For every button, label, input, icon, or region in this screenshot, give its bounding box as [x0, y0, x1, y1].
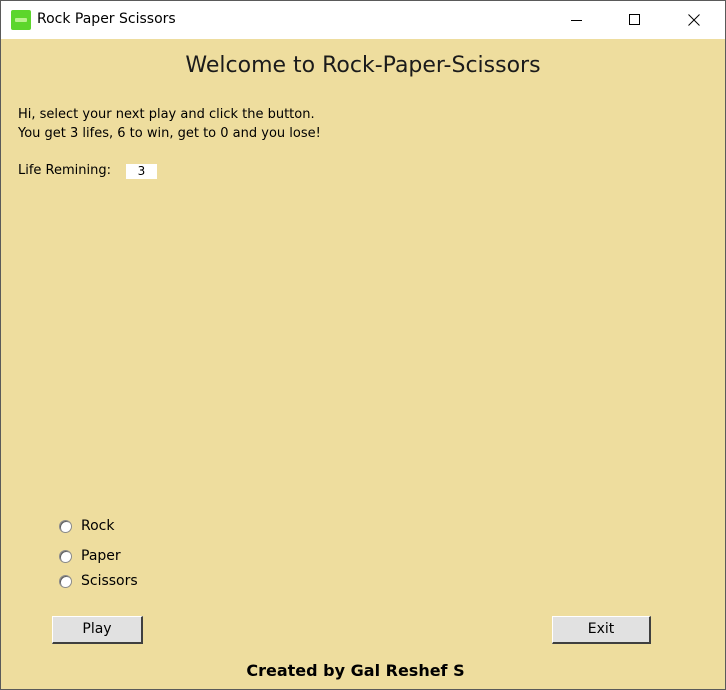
scissors-radio[interactable] — [59, 575, 72, 588]
paper-radio[interactable] — [59, 550, 72, 563]
play-button[interactable]: Play — [52, 616, 143, 644]
minimize-button[interactable] — [554, 1, 600, 39]
life-remaining-label: Life Remining: — [18, 163, 112, 178]
maximize-button[interactable] — [612, 1, 658, 39]
minimize-icon — [571, 20, 582, 21]
title-bar[interactable]: Rock Paper Scissors — [1, 1, 725, 39]
intro-line-2: You get 3 lifes, 6 to win, get to 0 and … — [18, 126, 321, 141]
rock-radio[interactable] — [59, 520, 72, 533]
life-remaining-value: 3 — [126, 164, 157, 179]
maximize-icon — [629, 14, 640, 25]
footer-credit: Created by Gal Reshef S — [246, 661, 465, 680]
close-button[interactable] — [671, 1, 717, 39]
exit-button[interactable]: Exit — [552, 616, 651, 644]
paper-label[interactable]: Paper — [81, 548, 121, 564]
app-icon — [11, 10, 31, 30]
intro-line-1: Hi, select your next play and click the … — [18, 107, 315, 122]
app-window: Rock Paper Scissors Welcome to Rock-Pape… — [0, 0, 726, 690]
rock-label[interactable]: Rock — [81, 518, 114, 534]
window-title: Rock Paper Scissors — [37, 11, 176, 27]
welcome-heading: Welcome to Rock-Paper-Scissors — [185, 53, 541, 78]
close-icon — [688, 14, 700, 26]
scissors-label[interactable]: Scissors — [81, 573, 138, 589]
